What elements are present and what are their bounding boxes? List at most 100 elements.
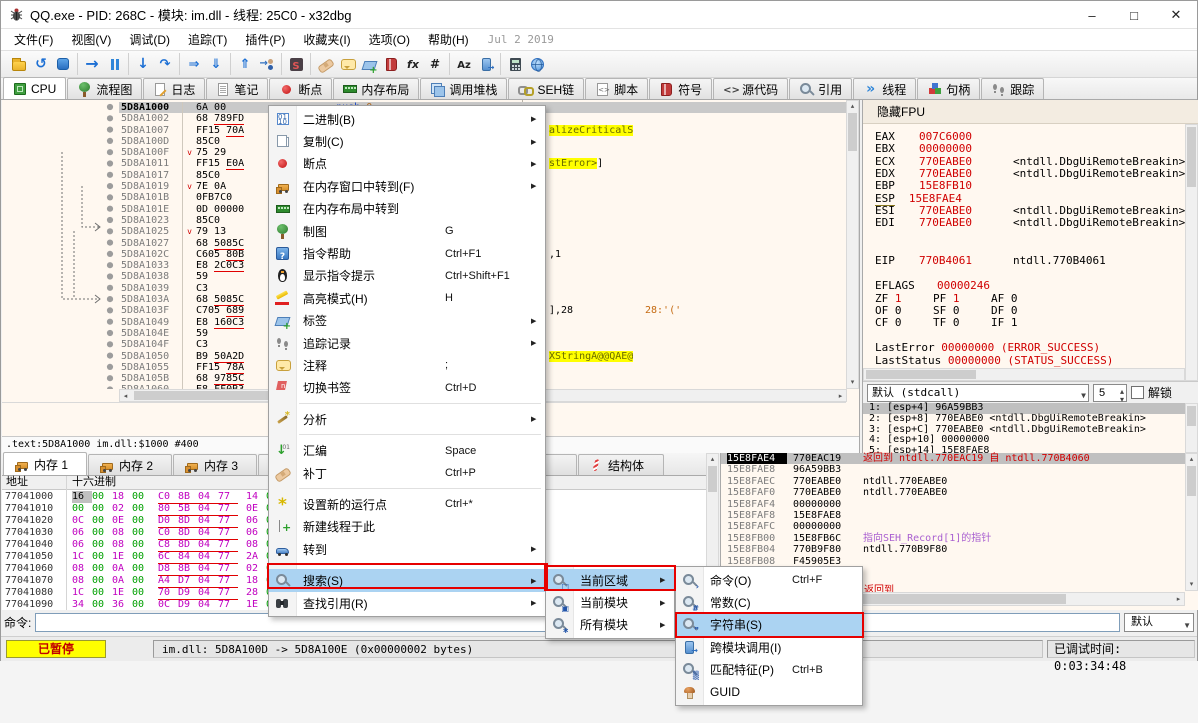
disasm-vscrollbar[interactable]: ▴▾ xyxy=(846,100,859,389)
tab-脚本[interactable]: 脚本 xyxy=(585,78,648,99)
menu-item-命令(O)[interactable]: ›命令(O)Ctrl+F xyxy=(676,569,862,591)
menu-item-二进制(B)[interactable]: 二进制(B)▶ xyxy=(269,108,545,130)
globe-button[interactable] xyxy=(526,53,548,75)
register-line[interactable]: EDX770EABE0<ntdll.DbgUiRemoteBreakin> xyxy=(875,167,972,180)
menu-item-在内存窗口中转到(F)[interactable]: 在内存窗口中转到(F)▶ xyxy=(269,175,545,197)
arguments-list[interactable]: 1: [esp+4] 96A59BB32: [esp+8] 770EABE0 <… xyxy=(863,403,1198,453)
menubar-item[interactable]: 文件(F) xyxy=(5,29,62,50)
menu-item-在内存布局中转到[interactable]: 在内存布局中转到 xyxy=(269,198,545,220)
register-line[interactable]: LastError 00000000 (ERROR_SUCCESS) xyxy=(875,341,1100,354)
stack-row[interactable]: 15E8FB0015E8FB6C指向SEH_Record[1]的指针 xyxy=(721,533,1198,544)
registers-vscrollbar[interactable] xyxy=(1185,124,1198,381)
dump-tab-内存 2[interactable]: 内存 2 xyxy=(88,454,172,475)
stack-row[interactable]: 15E8FAE896A59BB3 xyxy=(721,464,1198,475)
stack-row[interactable]: 15E8FAF400000000 xyxy=(721,499,1198,510)
tab-引用[interactable]: 引用 xyxy=(789,78,852,99)
dump-tab-内存 1[interactable]: 内存 1 xyxy=(3,452,87,475)
step-over-button[interactable] xyxy=(154,53,176,75)
menu-item-当前模块[interactable]: ▣当前模块▶ xyxy=(546,591,674,613)
menubar-item[interactable]: 插件(P) xyxy=(236,29,294,50)
argument-row[interactable]: 2: [esp+8] 770EABE0 <ntdll.DbgUiRemoteBr… xyxy=(863,414,1198,425)
tab-跟踪[interactable]: 跟踪 xyxy=(981,78,1044,99)
minimize-button[interactable]: – xyxy=(1071,1,1113,29)
pause-button[interactable] xyxy=(103,53,125,75)
register-line[interactable]: EBP15E8FB10 xyxy=(875,179,972,192)
menubar-item[interactable]: 调试(D) xyxy=(120,29,179,50)
register-line[interactable]: CF 0TF 0IF 1 xyxy=(875,316,1049,329)
menu-item-汇编[interactable]: 汇编Space xyxy=(269,439,545,461)
menu-item-常数(C)[interactable]: #常数(C) xyxy=(676,591,862,613)
step-into-button[interactable] xyxy=(132,53,154,75)
menubar-item[interactable]: 追踪(T) xyxy=(179,29,236,50)
tab-断点[interactable]: 断点 xyxy=(269,78,332,99)
menu-item-标签[interactable]: 标签▶ xyxy=(269,310,545,332)
tab-笔记[interactable]: 笔记 xyxy=(206,78,268,99)
menu-item-高亮模式(H)[interactable]: 高亮模式(H)H xyxy=(269,287,545,309)
tab-符号[interactable]: 符号 xyxy=(649,78,712,99)
menu-item-转到[interactable]: 转到▶ xyxy=(269,538,545,560)
menu-item-当前区域[interactable]: □当前区域▶ xyxy=(546,569,674,591)
register-line[interactable]: EIP770B4061ntdll.770B4061 xyxy=(875,254,972,267)
menu-item-复制(C)[interactable]: 复制(C)▶ xyxy=(269,130,545,152)
registers-hscrollbar[interactable] xyxy=(863,368,1185,381)
arguments-vscrollbar[interactable] xyxy=(1185,403,1198,453)
folder-button[interactable] xyxy=(8,53,30,75)
az-button[interactable] xyxy=(453,53,475,75)
tab-日志[interactable]: 日志 xyxy=(143,78,205,99)
stack-row[interactable]: 15E8FAF0770EABE0ntdll.770EABE0 xyxy=(721,487,1198,498)
menu-item-补丁[interactable]: 补丁Ctrl+P xyxy=(269,462,545,484)
menu-item-设置新的运行点[interactable]: 设置新的运行点Ctrl+* xyxy=(269,493,545,515)
menu-item-分析[interactable]: 分析▶ xyxy=(269,408,545,430)
menu-item-查找引用(R)[interactable]: 查找引用(R)▶ xyxy=(269,592,545,614)
register-line[interactable]: LastStatus 00000000 (STATUS_SUCCESS) xyxy=(875,354,1113,367)
register-line[interactable]: EDI770EABE0<ntdll.DbgUiRemoteBreakin> xyxy=(875,216,972,229)
unlock-checkbox[interactable] xyxy=(1131,386,1144,399)
command-profile-select[interactable]: 默认▼ xyxy=(1124,613,1194,632)
tab-句柄[interactable]: 句柄 xyxy=(917,78,980,99)
step-up-button[interactable] xyxy=(234,53,256,75)
comment-button[interactable] xyxy=(336,53,358,75)
stack-vscrollbar[interactable]: ▴▾ xyxy=(1185,453,1198,591)
step-down-button[interactable] xyxy=(205,53,227,75)
book-red-button[interactable] xyxy=(380,53,402,75)
hash-button[interactable] xyxy=(424,53,446,75)
tab-源代码[interactable]: 源代码 xyxy=(713,78,788,99)
dump-tab-内存 3[interactable]: 内存 3 xyxy=(173,454,257,475)
menubar-item[interactable]: 视图(V) xyxy=(62,29,120,50)
tab-流程图[interactable]: 流程图 xyxy=(67,78,142,99)
menu-item-注释[interactable]: 注释; xyxy=(269,354,545,376)
menu-item-搜索(S)[interactable]: 搜索(S)▶ xyxy=(269,569,545,591)
calc-button[interactable] xyxy=(504,53,526,75)
calling-convention-select[interactable]: 默认 (stdcall)▼ xyxy=(867,384,1089,402)
tab-线程[interactable]: 线程 xyxy=(853,78,916,99)
phone-button[interactable] xyxy=(475,53,497,75)
menu-item-断点[interactable]: 断点▶ xyxy=(269,153,545,175)
stack-row[interactable]: 15E8FAFC00000000 xyxy=(721,521,1198,532)
menu-item-跨模块调用(I)[interactable]: 跨模块调用(I) xyxy=(676,636,862,658)
stop-button[interactable] xyxy=(52,53,74,75)
tab-内存布局[interactable]: 内存布局 xyxy=(333,78,419,99)
stack-row[interactable]: 15E8FAE4770EAC19返回到 ntdll.770EAC19 自 ntd… xyxy=(721,453,1198,464)
register-line[interactable]: EFLAGS00000246 xyxy=(875,279,990,292)
maximize-button[interactable]: □ xyxy=(1113,1,1155,29)
register-line[interactable]: EAX007C6000 xyxy=(875,130,972,143)
attach-button[interactable] xyxy=(256,53,278,75)
run-to-button[interactable] xyxy=(183,53,205,75)
stack-row[interactable]: 15E8FAEC770EABE0ntdll.770EABE0 xyxy=(721,476,1198,487)
hide-fpu-button[interactable]: 隐藏FPU xyxy=(863,100,1198,124)
tab-调用堆栈[interactable]: 调用堆栈 xyxy=(420,78,507,99)
register-line[interactable]: ZF 1PF 1AF 0 xyxy=(875,292,1049,305)
menubar-item[interactable]: 选项(O) xyxy=(360,29,419,50)
restart-button[interactable] xyxy=(30,53,52,75)
tab-SEH链[interactable]: SEH链 xyxy=(508,78,584,99)
fx-button[interactable] xyxy=(402,53,424,75)
register-line[interactable]: OF 0SF 0DF 0 xyxy=(875,304,1049,317)
script-s-button[interactable] xyxy=(285,53,307,75)
run-button[interactable] xyxy=(81,53,103,75)
menu-item-指令帮助[interactable]: 指令帮助Ctrl+F1 xyxy=(269,242,545,264)
close-button[interactable]: ✕ xyxy=(1155,1,1197,29)
menu-item-追踪记录[interactable]: 追踪记录▶ xyxy=(269,332,545,354)
menu-item-新建线程于此[interactable]: 新建线程于此 xyxy=(269,516,545,538)
stack-row[interactable]: 15E8FB04770B9F80ntdll.770B9F80 xyxy=(721,544,1198,555)
register-line[interactable]: ESI770EABE0<ntdll.DbgUiRemoteBreakin> xyxy=(875,204,972,217)
